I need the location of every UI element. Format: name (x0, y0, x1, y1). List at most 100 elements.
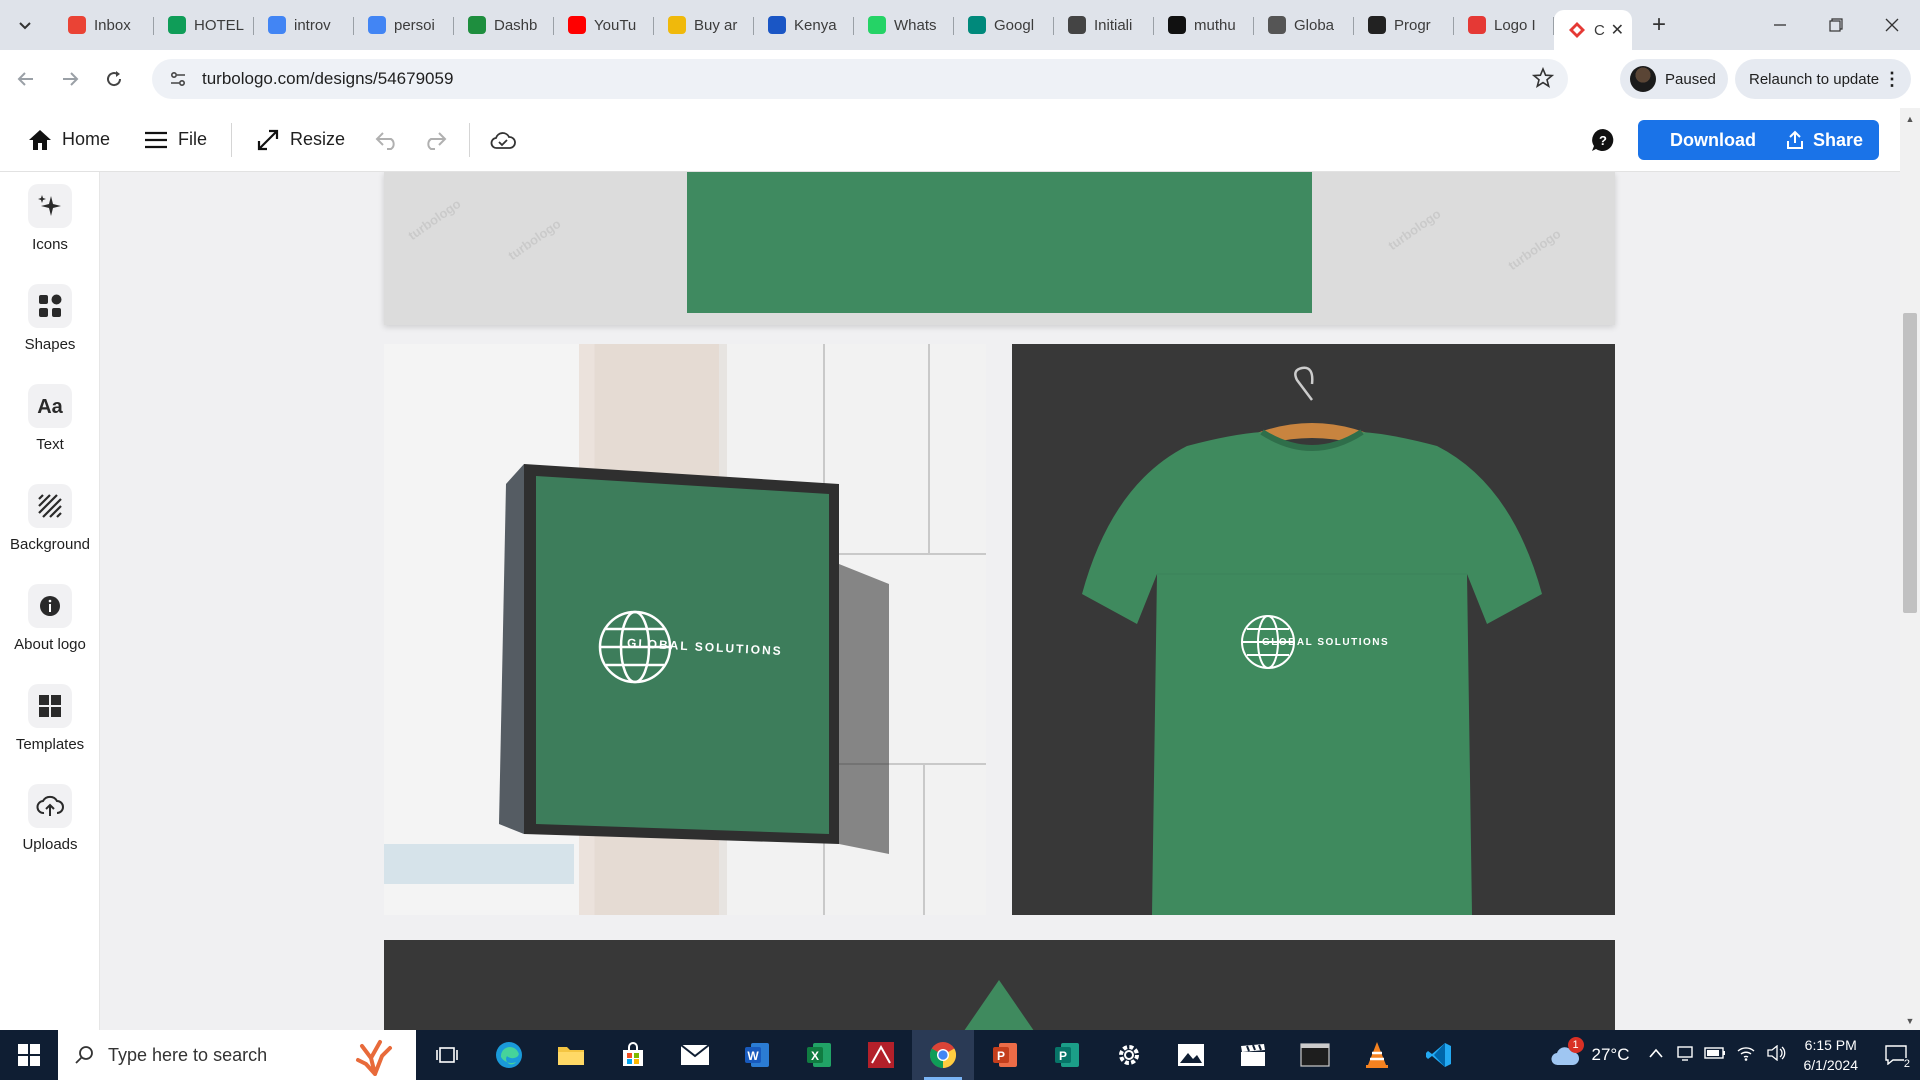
taskbar-app-red[interactable] (850, 1030, 912, 1080)
volume-icon[interactable] (1766, 1044, 1786, 1066)
forward-button[interactable] (52, 61, 88, 97)
tab-label: Whats (894, 16, 937, 34)
download-button[interactable]: Download (1638, 120, 1788, 160)
cloud-save-status[interactable] (490, 108, 526, 172)
kebab-menu-icon[interactable]: ⋮ (1883, 69, 1901, 90)
clock[interactable]: 6:15 PM 6/1/2024 (1804, 1035, 1859, 1075)
reload-button[interactable] (96, 61, 132, 97)
browser-tab[interactable]: Logo I (1454, 8, 1554, 42)
sidebar-item-uploads[interactable]: Uploads (0, 784, 100, 853)
globe-icon (1268, 16, 1286, 34)
taskbar-vscode[interactable] (1408, 1030, 1470, 1080)
sidebar-item-label: Shapes (24, 336, 76, 353)
browser-tab[interactable]: Dashb (454, 8, 554, 42)
mockup-banner[interactable]: turbologo turbologo turbologo turbologo (384, 172, 1615, 325)
browser-tab[interactable]: Buy ar (654, 8, 754, 42)
scroll-thumb[interactable] (1903, 313, 1917, 613)
taskbar-excel[interactable]: X (788, 1030, 850, 1080)
taskbar-edge[interactable] (478, 1030, 540, 1080)
sidebar-item-shapes[interactable]: Shapes (0, 284, 100, 353)
tab-active[interactable]: C ✕ (1554, 10, 1632, 50)
share-button[interactable]: Share (1769, 120, 1879, 160)
task-view-button[interactable] (416, 1030, 478, 1080)
publisher-icon: P (1055, 1043, 1079, 1067)
file-menu-button[interactable]: File (144, 108, 207, 172)
wifi-icon[interactable] (1736, 1045, 1756, 1066)
sidebar-item-text[interactable]: Aa Text (0, 384, 100, 453)
taskbar-video-editor[interactable] (1222, 1030, 1284, 1080)
taskbar-store[interactable] (602, 1030, 664, 1080)
meet-now-icon[interactable] (1676, 1044, 1694, 1067)
sidebar-item-about-logo[interactable]: About logo (0, 584, 100, 653)
battery-icon[interactable] (1703, 1046, 1726, 1065)
binance-icon (668, 16, 686, 34)
mockup-tshirt[interactable]: GLOBAL SOLUTIONS (1012, 344, 1615, 915)
sparkle-icon (28, 184, 72, 228)
meet-icon (968, 16, 986, 34)
site-info-icon[interactable] (158, 70, 198, 88)
taskbar-search-box[interactable]: Type here to search (58, 1030, 416, 1080)
tab-label: Kenya (794, 16, 837, 34)
arrow-right-icon (63, 72, 79, 86)
taskbar-powerpoint[interactable]: P (974, 1030, 1036, 1080)
taskbar-publisher[interactable]: P (1036, 1030, 1098, 1080)
arrow-left-icon (17, 72, 33, 86)
browser-tab[interactable]: YouTu (554, 8, 654, 42)
share-label: Share (1812, 129, 1864, 150)
browser-tab[interactable]: Globa (1254, 8, 1354, 42)
browser-tab[interactable]: Kenya (754, 8, 854, 42)
svg-text:W: W (747, 1049, 759, 1063)
background-icon (28, 484, 72, 528)
relaunch-button[interactable]: Relaunch to update ⋮ (1735, 59, 1911, 99)
sidebar-item-icons[interactable]: Icons (0, 184, 100, 253)
back-button[interactable] (8, 61, 44, 97)
bookmark-star-icon[interactable] (1531, 66, 1555, 94)
weather-widget[interactable]: 1 27°C (1550, 1037, 1630, 1067)
svg-text:P: P (997, 1049, 1005, 1063)
profile-chip[interactable]: Paused (1620, 59, 1728, 99)
scroll-up-icon[interactable]: ▲ (1900, 110, 1920, 128)
taskbar-word[interactable]: W (726, 1030, 788, 1080)
mockup-wall-sign[interactable]: GLOBAL SOLUTIONS (384, 344, 986, 915)
browser-tab[interactable]: muthu (1154, 8, 1254, 42)
home-button[interactable]: Home (28, 108, 110, 172)
browser-tab[interactable]: introv (254, 8, 354, 42)
browser-tab[interactable]: Googl (954, 8, 1054, 42)
minimize-button[interactable] (1752, 0, 1808, 50)
tab-search-button[interactable] (9, 9, 41, 41)
browser-tab[interactable]: Whats (854, 8, 954, 42)
restore-button[interactable] (1808, 0, 1864, 50)
taskbar-mail[interactable] (664, 1030, 726, 1080)
taskbar-file-explorer[interactable] (540, 1030, 602, 1080)
browser-tab[interactable]: HOTEL (154, 8, 254, 42)
close-window-button[interactable] (1864, 0, 1920, 50)
support-chat-icon[interactable]: ? (1591, 128, 1615, 157)
start-button[interactable] (0, 1030, 58, 1080)
browser-tab[interactable]: Inbox (54, 8, 154, 42)
taskbar-terminal[interactable] (1284, 1030, 1346, 1080)
close-tab-icon[interactable]: ✕ (1611, 20, 1624, 40)
page-scrollbar[interactable]: ▲ ▼ (1900, 108, 1920, 1030)
design-canvas[interactable]: turbologo turbologo turbologo turbologo … (100, 172, 1900, 1030)
scroll-down-icon[interactable]: ▼ (1900, 1012, 1920, 1030)
redo-button[interactable] (423, 108, 457, 172)
taskbar-photos[interactable] (1160, 1030, 1222, 1080)
taskbar-vlc[interactable] (1346, 1030, 1408, 1080)
chevron-up-icon[interactable] (1648, 1046, 1664, 1064)
new-tab-button[interactable]: + (1642, 8, 1676, 42)
sidebar-item-templates[interactable]: Templates (0, 684, 100, 753)
powerpoint-icon: P (993, 1043, 1017, 1067)
browser-tab[interactable]: Initiali (1054, 8, 1154, 42)
browser-tab[interactable]: persoi (354, 8, 454, 42)
taskbar-settings[interactable] (1098, 1030, 1160, 1080)
text-icon: Aa (28, 384, 72, 428)
notification-center-button[interactable]: 2 (1872, 1030, 1920, 1080)
mockup-dark-card[interactable] (384, 940, 1615, 1030)
sidebar-item-background[interactable]: Background (0, 484, 100, 553)
resize-button[interactable]: Resize (256, 108, 345, 172)
address-bar[interactable]: turbologo.com/designs/54679059 (152, 59, 1568, 99)
undo-button[interactable] (375, 108, 409, 172)
browser-tab[interactable]: Progr (1354, 8, 1454, 42)
taskbar-chrome[interactable] (912, 1030, 974, 1080)
relaunch-label: Relaunch to update (1749, 70, 1880, 88)
